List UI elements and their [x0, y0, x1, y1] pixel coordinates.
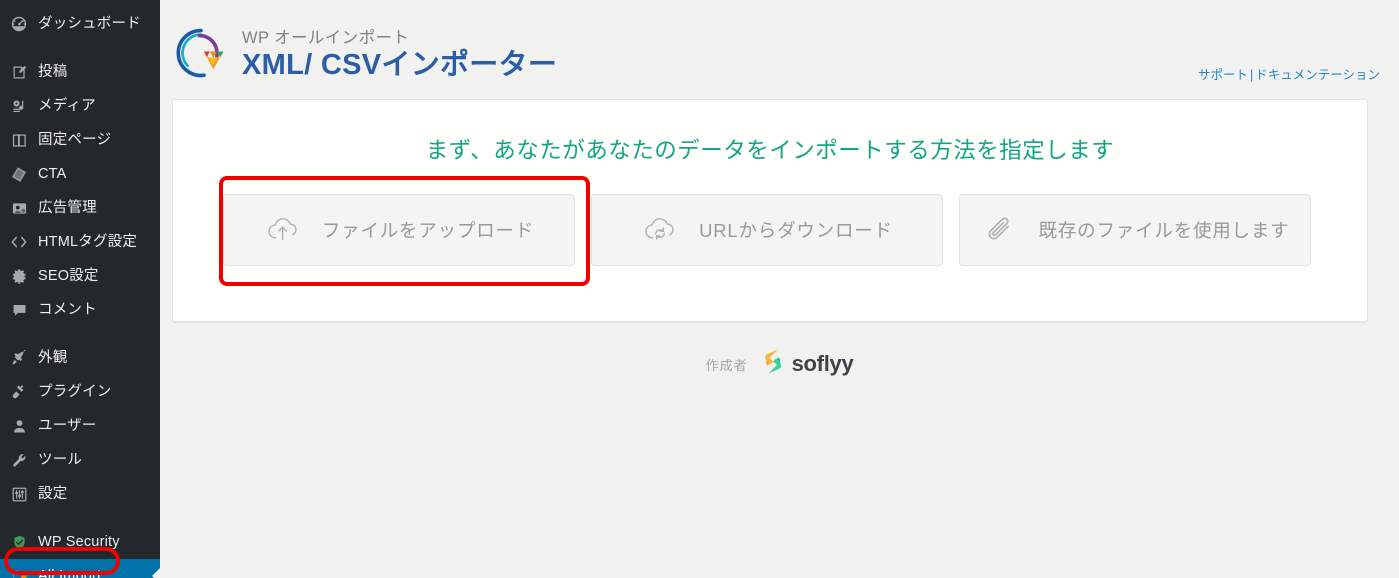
cloud-upload-icon	[264, 212, 302, 248]
sidebar-item-plugins[interactable]: プラグイン	[0, 375, 160, 409]
tools-wrench-icon	[8, 450, 30, 470]
sidebar-group-content: 投稿 メディア 固定ページ CTA 広告管理 HTMLタグ設定 SEO設定 コメ…	[0, 55, 160, 327]
sidebar-group-plugins-extra: WP Security All Import	[0, 525, 160, 578]
plugin-header: WP オールインポート XML/ CSVインポーター サポート | ドキュメンテーシ…	[160, 0, 1399, 99]
sidebar-item-label: コメント	[38, 301, 97, 318]
sidebar-item-label: ユーザー	[38, 417, 97, 434]
plugin-supertitle: WP オールインポート	[242, 29, 410, 47]
shield-icon	[8, 532, 30, 552]
dashboard-icon	[8, 14, 30, 34]
documentation-link[interactable]: ドキュメンテーション	[1255, 68, 1380, 82]
sidebar-item-pages[interactable]: 固定ページ	[0, 123, 160, 157]
credit-by-label: 作成者	[705, 357, 748, 373]
comment-icon	[8, 300, 30, 320]
cloud-sync-icon	[641, 212, 679, 248]
import-method-choices: ファイルをアップロード URLからダウンロード 既存のファイルを使用します	[173, 194, 1367, 266]
sidebar-item-settings[interactable]: 設定	[0, 477, 160, 511]
all-import-circular-arrow-icon	[8, 566, 30, 578]
sidebar-item-html-tags[interactable]: HTMLタグ設定	[0, 225, 160, 259]
sidebar-item-label: 広告管理	[38, 199, 97, 216]
soflyy-brand[interactable]: soflyy	[760, 348, 854, 380]
plugin-titles: WP オールインポート XML/ CSVインポーター	[240, 22, 557, 82]
posts-pin-icon	[8, 62, 30, 82]
media-icon	[8, 96, 30, 116]
sidebar-item-label: WP Security	[38, 533, 120, 550]
sidebar-item-seo[interactable]: SEO設定	[0, 259, 160, 293]
sidebar-item-tools[interactable]: ツール	[0, 443, 160, 477]
sidebar-item-label: 設定	[38, 485, 68, 502]
sidebar-item-posts[interactable]: 投稿	[0, 55, 160, 89]
main-content: WP オールインポート XML/ CSVインポーター サポート | ドキュメンテーシ…	[160, 0, 1399, 578]
page-title: XML/ CSVインポーター	[242, 49, 558, 81]
sidebar-item-label: プラグイン	[38, 383, 112, 400]
sidebar-item-dashboard[interactable]: ダッシュボード	[0, 7, 160, 41]
code-brackets-icon	[8, 232, 30, 252]
sidebar-item-ads-manager[interactable]: 広告管理	[0, 191, 160, 225]
plugin-plug-icon	[8, 382, 30, 402]
settings-sliders-icon	[8, 484, 30, 504]
choice-label: 既存のファイルを使用します	[1038, 220, 1290, 241]
paperclip-icon	[981, 212, 1019, 248]
sidebar-item-users[interactable]: ユーザー	[0, 409, 160, 443]
admin-screen: ダッシュボード 投稿 メディア 固定ページ CTA 広告管理 HTMLタグ設定 …	[0, 0, 1399, 578]
sidebar-group-dashboard: ダッシュボード	[0, 7, 160, 41]
soflyy-wordmark: soflyy	[791, 351, 854, 376]
gear-icon	[8, 266, 30, 286]
import-method-panel: まず、あなたがあなたのデータをインポートする方法を指定します ファイルをアップロ…	[172, 99, 1368, 322]
appearance-brush-icon	[8, 348, 30, 368]
credit-footer: 作成者 soflyy	[160, 348, 1399, 380]
sidebar-item-label: ツール	[38, 451, 83, 468]
sidebar-item-label: SEO設定	[38, 267, 99, 284]
choice-label: ファイルをアップロード	[321, 220, 535, 241]
sidebar-item-cta[interactable]: CTA	[0, 157, 160, 191]
sidebar-item-label: HTMLタグ設定	[38, 233, 138, 250]
sidebar-item-label: All Import	[38, 567, 102, 578]
use-existing-file-button[interactable]: 既存のファイルを使用します	[959, 194, 1311, 266]
sidebar-item-label: 外観	[38, 349, 68, 366]
user-icon	[8, 416, 30, 436]
sidebar-item-label: 固定ページ	[38, 131, 112, 148]
support-link[interactable]: サポート	[1198, 68, 1248, 82]
sidebar-item-label: 投稿	[38, 63, 68, 80]
sidebar-item-all-import[interactable]: All Import	[0, 559, 160, 578]
sidebar-item-appearance[interactable]: 外観	[0, 341, 160, 375]
sidebar-item-wp-security[interactable]: WP Security	[0, 525, 160, 559]
download-from-url-button[interactable]: URLからダウンロード	[591, 194, 943, 266]
choice-label: URLからダウンロード	[699, 220, 893, 241]
sidebar-group-site: 外観 プラグイン ユーザー ツール 設定	[0, 341, 160, 511]
soflyy-bolt-icon	[760, 348, 786, 380]
sidebar-item-comments[interactable]: コメント	[0, 293, 160, 327]
pages-icon	[8, 130, 30, 150]
sidebar-item-media[interactable]: メディア	[0, 89, 160, 123]
cta-pages-icon	[8, 164, 30, 184]
wp-all-import-circular-arrow-logo	[172, 24, 230, 82]
panel-heading: まず、あなたがあなたのデータをインポートする方法を指定します	[425, 138, 1115, 163]
help-links: サポート | ドキュメンテーション	[1198, 64, 1380, 83]
sidebar-item-label: メディア	[38, 97, 96, 114]
sidebar-item-label: CTA	[38, 165, 67, 182]
admin-sidebar: ダッシュボード 投稿 メディア 固定ページ CTA 広告管理 HTMLタグ設定 …	[0, 0, 160, 578]
sidebar-item-label: ダッシュボード	[38, 15, 141, 32]
ads-manager-icon	[8, 198, 30, 218]
upload-file-button[interactable]: ファイルをアップロード	[223, 194, 575, 266]
